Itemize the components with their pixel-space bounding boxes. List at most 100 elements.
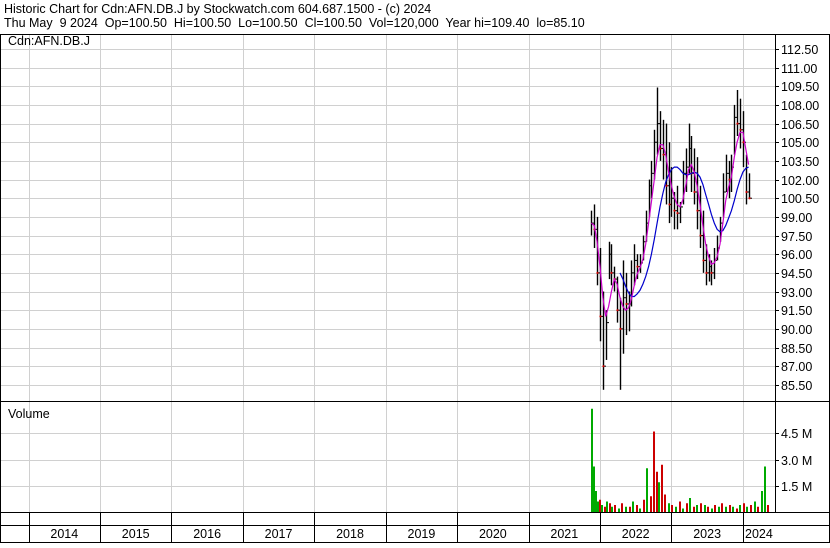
volume-tick-label: 3.0 M xyxy=(781,454,812,468)
down-close-marker xyxy=(676,212,679,215)
volume-bar xyxy=(601,505,603,512)
volume-bar xyxy=(606,501,608,512)
down-close-marker xyxy=(705,271,708,274)
y-tick-label: 94.50 xyxy=(781,267,812,281)
chart-header-quote: Thu May 9 2024 Op=100.50 Hi=100.50 Lo=10… xyxy=(4,16,585,30)
x-tick-label: 2022 xyxy=(622,527,650,541)
down-close-marker xyxy=(599,315,602,318)
down-close-marker xyxy=(662,153,665,156)
volume-bar xyxy=(725,506,727,512)
volume-bar xyxy=(664,494,666,512)
x-tick-label: 2016 xyxy=(193,527,221,541)
y-tick-label: 112.50 xyxy=(781,43,818,57)
down-close-marker xyxy=(710,271,713,274)
x-tick-label: 2019 xyxy=(408,527,436,541)
x-tick-label: 2014 xyxy=(50,527,78,541)
y-tick-label: 93.00 xyxy=(781,286,812,300)
volume-bar xyxy=(746,506,748,512)
volume-bar xyxy=(646,468,648,512)
y-tick-label: 106.50 xyxy=(781,118,819,132)
volume-bar xyxy=(718,506,720,512)
volume-bar xyxy=(599,499,601,512)
down-close-marker xyxy=(739,128,742,131)
volume-bar xyxy=(693,506,695,512)
x-tick-label: 2020 xyxy=(479,527,507,541)
chart-canvas: Historic Chart for Cdn:AFN.DB.J by Stock… xyxy=(0,0,830,543)
volume-bar xyxy=(682,508,684,512)
volume-bar xyxy=(618,508,620,512)
volume-bar xyxy=(711,508,713,512)
down-close-marker xyxy=(636,265,639,268)
volume-bar xyxy=(625,506,627,512)
y-tick-label: 105.00 xyxy=(781,136,819,150)
y-tick-label: 91.50 xyxy=(781,304,812,318)
volume-bar xyxy=(764,466,766,512)
x-tick-label: 2021 xyxy=(550,527,578,541)
y-tick-label: 99.00 xyxy=(781,211,812,225)
down-close-marker xyxy=(693,190,696,194)
volume-bar xyxy=(696,505,698,512)
volume-bar xyxy=(739,505,741,512)
volume-bar xyxy=(658,482,660,512)
volume-bar xyxy=(761,491,763,512)
down-close-marker xyxy=(610,271,613,274)
down-close-marker xyxy=(668,203,671,206)
volume-bar xyxy=(643,499,645,512)
volume-bar xyxy=(621,503,623,512)
volume-bar xyxy=(632,501,634,512)
volume-bar xyxy=(639,508,641,512)
volume-bar xyxy=(668,503,670,512)
volume-bar xyxy=(721,503,723,512)
stockwatch-chart: Historic Chart for Cdn:AFN.DB.J by Stock… xyxy=(0,0,830,543)
volume-bar xyxy=(686,503,688,512)
volume-bar xyxy=(614,505,616,512)
volume-bar xyxy=(591,408,593,512)
down-close-marker xyxy=(625,302,628,306)
volume-bar xyxy=(611,506,613,512)
y-tick-label: 111.00 xyxy=(781,62,817,76)
volume-bar xyxy=(707,506,709,512)
y-tick-label: 100.50 xyxy=(781,192,819,206)
down-close-marker xyxy=(596,271,599,274)
y-tick-label: 109.50 xyxy=(781,80,819,94)
y-tick-label: 85.50 xyxy=(781,379,812,393)
volume-bar xyxy=(650,496,652,512)
volume-bar xyxy=(714,505,716,512)
y-tick-label: 96.00 xyxy=(781,248,812,262)
x-tick-label: 2015 xyxy=(122,527,150,541)
chart-background xyxy=(0,0,830,543)
volume-bar xyxy=(750,505,752,512)
volume-bar xyxy=(675,506,677,512)
volume-bar xyxy=(671,505,673,512)
volume-bar xyxy=(736,508,738,512)
volume-bar xyxy=(609,503,611,512)
x-tick-label: 2018 xyxy=(336,527,364,541)
price-panel-title: Cdn:AFN.DB.J xyxy=(8,34,90,48)
volume-bar xyxy=(597,501,599,512)
volume-bar xyxy=(732,506,734,512)
volume-bar xyxy=(604,506,606,512)
y-tick-label: 102.00 xyxy=(781,174,819,188)
volume-bar xyxy=(757,506,759,512)
down-close-marker xyxy=(699,234,702,237)
y-tick-label: 108.00 xyxy=(781,99,819,113)
volume-panel-title: Volume xyxy=(8,407,50,421)
volume-tick-label: 4.5 M xyxy=(781,427,812,441)
y-tick-label: 87.00 xyxy=(781,360,812,374)
x-tick-label: 2017 xyxy=(265,527,293,541)
down-close-marker xyxy=(745,190,748,194)
chart-header-title: Historic Chart for Cdn:AFN.DB.J by Stock… xyxy=(4,2,431,16)
volume-tick-label: 1.5 M xyxy=(781,480,812,494)
volume-bar xyxy=(700,503,702,512)
x-tick-label: 2023 xyxy=(693,527,721,541)
down-close-marker xyxy=(696,209,699,212)
volume-bar xyxy=(767,505,769,512)
volume-bar xyxy=(743,503,745,512)
y-tick-label: 88.50 xyxy=(781,342,812,356)
volume-bar xyxy=(593,466,595,512)
down-close-marker xyxy=(602,365,605,368)
y-tick-label: 103.50 xyxy=(781,155,819,169)
down-close-marker xyxy=(748,197,751,200)
volume-bar xyxy=(754,501,756,512)
down-close-marker xyxy=(702,259,705,262)
